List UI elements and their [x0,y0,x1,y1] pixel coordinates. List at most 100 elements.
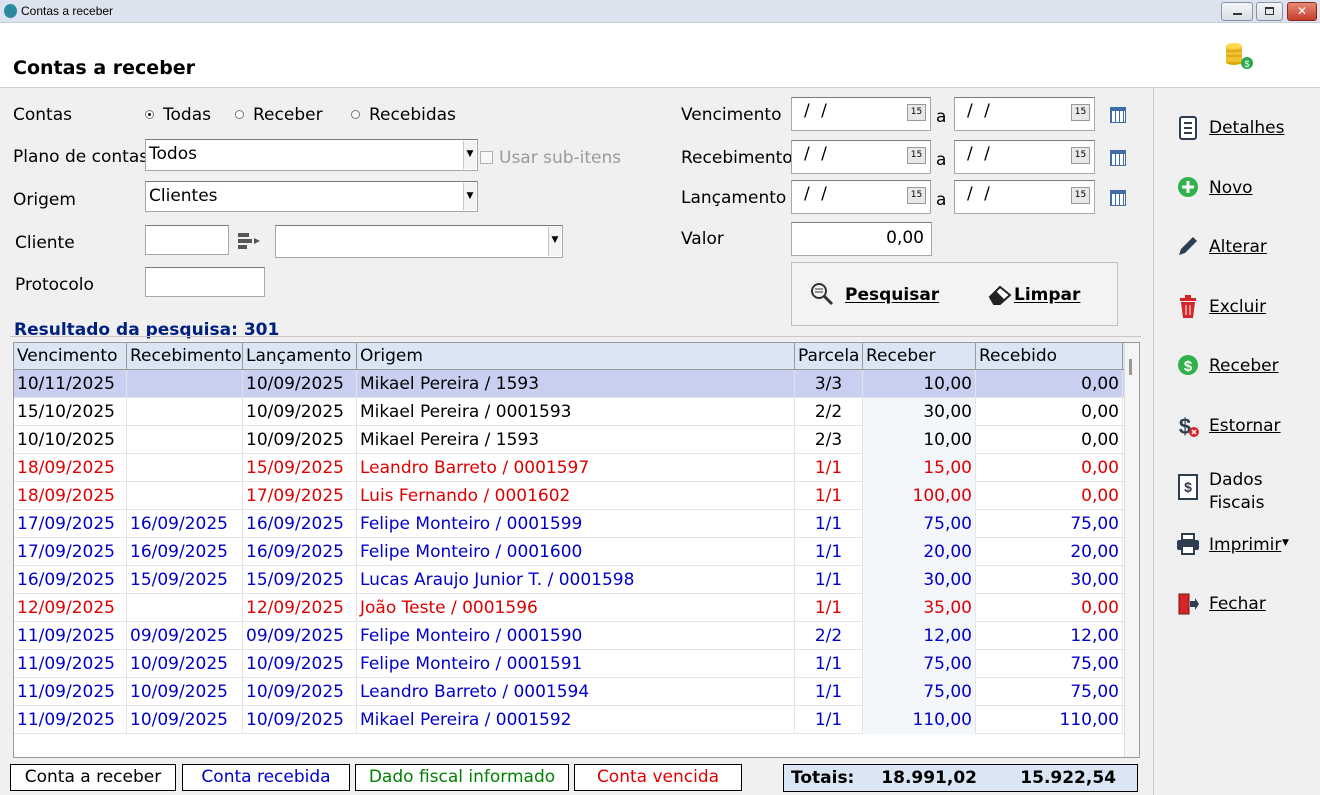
table-row[interactable]: 10/10/2025 10/09/2025 Mikael Pereira / 159… [14,426,1124,454]
cell-parcela: 1/1 [795,594,863,622]
results-table[interactable]: Vencimento Recebimento Lançamento Origem… [13,342,1140,758]
sidebar-item-dados-fiscais[interactable]: $ Dados Fiscais [1154,460,1320,513]
sidebar-item-estornar[interactable]: $ Estornar [1154,406,1320,446]
sidebar-item-imprimir[interactable]: Imprimir ▼ [1154,525,1320,565]
table-row[interactable]: 11/09/2025 10/09/2025 10/09/2025 Felipe Mon… [14,650,1124,678]
calendar-icon[interactable]: 15 [907,187,926,204]
origem-select[interactable]: Clientes ▼ [145,181,478,212]
cell-vencimento: 11/09/2025 [14,678,127,706]
radio-todas-label[interactable]: Todas [163,105,211,125]
close-button[interactable]: ✕ [1287,2,1317,21]
search-button[interactable]: Pesquisar [845,285,939,305]
calendar-icon[interactable]: 15 [907,147,926,164]
client-lookup-icon[interactable] [238,231,262,251]
cell-origem: Lucas Araujo Junior T. / 0001598 [357,566,795,594]
cell-recebido: 0,00 [976,482,1123,510]
chevron-down-icon[interactable]: ▼ [548,227,561,256]
usar-subitens-checkbox[interactable] [480,151,493,164]
column-header[interactable]: Parcela [795,343,863,370]
radio-recebidas-label[interactable]: Recebidas [369,105,456,125]
sidebar-item-novo[interactable]: Novo [1154,168,1320,208]
calendar-icon[interactable]: 15 [907,104,926,121]
chevron-down-icon[interactable]: ▼ [463,183,476,210]
search-icon[interactable] [810,282,834,306]
cell-origem: Mikael Pereira / 1593 [357,426,795,454]
table-row[interactable]: 16/09/2025 15/09/2025 15/09/2025 Lucas Arau… [14,566,1124,594]
cell-receber: 35,00 [863,594,976,622]
calendar-icon[interactable]: 15 [1071,147,1090,164]
radio-todas[interactable] [145,110,154,119]
calendar-icon[interactable]: 15 [1071,187,1090,204]
valor-input[interactable]: 0,00 [791,222,932,256]
radio-recebidas[interactable] [351,110,360,119]
cell-origem: Felipe Monteiro / 0001600 [357,538,795,566]
cell-vencimento: 10/10/2025 [14,426,127,454]
cell-recebimento: 10/09/2025 [127,706,243,734]
cell-lancamento: 10/09/2025 [243,650,357,678]
table-row[interactable]: 17/09/2025 16/09/2025 16/09/2025 Felipe Mon… [14,538,1124,566]
recebimento-from-date[interactable]: / /15 [791,140,931,174]
column-header[interactable]: Origem [357,343,795,370]
table-row[interactable]: 17/09/2025 16/09/2025 16/09/2025 Felipe Mon… [14,510,1124,538]
coins-icon: $ [1222,38,1254,70]
sidebar-item-receber[interactable]: $ Receber [1154,346,1320,386]
app-icon [4,4,17,18]
table-row[interactable]: 11/09/2025 10/09/2025 10/09/2025 Mikael Per… [14,706,1124,734]
calendar-grid-icon[interactable] [1110,190,1126,206]
chevron-down-icon[interactable]: ▼ [463,141,476,169]
vencimento-from-date[interactable]: / /15 [791,97,931,131]
cell-recebido: 0,00 [976,398,1123,426]
calendar-grid-icon[interactable] [1110,107,1126,123]
protocolo-input[interactable] [145,267,265,297]
cliente-code-input[interactable] [145,225,229,255]
sidebar-item-detalhes[interactable]: Detalhes [1154,108,1320,148]
dropdown-caret-icon[interactable]: ▼ [1282,538,1289,548]
plano-label: Plano de contas [13,147,149,167]
vencimento-to-date[interactable]: / /15 [954,97,1095,131]
calendar-icon[interactable]: 15 [1071,104,1090,121]
cell-origem: Mikael Pereira / 0001593 [357,398,795,426]
recebimento-to-date[interactable]: / /15 [954,140,1095,174]
table-row[interactable]: 11/09/2025 10/09/2025 10/09/2025 Leandro Ba… [14,678,1124,706]
sidebar-item-alterar[interactable]: Alterar [1154,227,1320,267]
column-header[interactable]: Recebido [976,343,1123,370]
table-row[interactable]: 11/09/2025 09/09/2025 09/09/2025 Felipe Mon… [14,622,1124,650]
sidebar-item-fechar[interactable]: Fechar [1154,584,1320,624]
table-row[interactable]: 15/10/2025 10/09/2025 Mikael Pereira / 000… [14,398,1124,426]
radio-receber[interactable] [235,110,244,119]
cell-recebido: 75,00 [976,510,1123,538]
eraser-icon[interactable] [988,285,1014,305]
cliente-name-select[interactable]: ▼ [275,225,563,258]
lancamento-from-date[interactable]: / /15 [791,180,931,214]
table-row[interactable]: 18/09/2025 15/09/2025 Leandro Barreto / 00… [14,454,1124,482]
column-header[interactable]: Lançamento [243,343,357,370]
calendar-grid-icon[interactable] [1110,150,1126,166]
plano-select[interactable]: Todos ▼ [145,139,478,171]
maximize-button[interactable] [1256,2,1283,21]
table-row[interactable]: 10/11/2025 10/09/2025 Mikael Pereira / 159… [14,370,1124,398]
lancamento-to-date[interactable]: / /15 [954,180,1095,214]
sidebar-item-label: Detalhes [1209,118,1285,138]
cell-vencimento: 15/10/2025 [14,398,127,426]
minimize-button[interactable] [1221,2,1253,21]
cell-origem: Leandro Barreto / 0001594 [357,678,795,706]
clear-button[interactable]: Limpar [1014,285,1080,305]
svg-text:$: $ [1184,479,1192,495]
table-row[interactable]: 12/09/2025 12/09/2025 João Teste / 0001596… [14,594,1124,622]
cell-receber: 75,00 [863,510,976,538]
column-header[interactable]: Receber [863,343,976,370]
sidebar-item-excluir[interactable]: Excluir [1154,287,1320,327]
divider [10,336,1141,337]
cell-recebido: 20,00 [976,538,1123,566]
vertical-scrollbar[interactable] [1124,343,1139,757]
cell-lancamento: 15/09/2025 [243,454,357,482]
column-header[interactable]: Vencimento [14,343,127,370]
table-row[interactable]: 18/09/2025 17/09/2025 Luis Fernando / 0001… [14,482,1124,510]
radio-receber-label[interactable]: Receber [253,105,323,125]
cell-origem: João Teste / 0001596 [357,594,795,622]
search-panel: Pesquisar Limpar [791,262,1118,326]
cell-recebimento [127,426,243,454]
vencimento-label: Vencimento [681,105,782,125]
column-header[interactable]: Recebimento [127,343,243,370]
scroll-thumb[interactable] [1129,359,1132,375]
